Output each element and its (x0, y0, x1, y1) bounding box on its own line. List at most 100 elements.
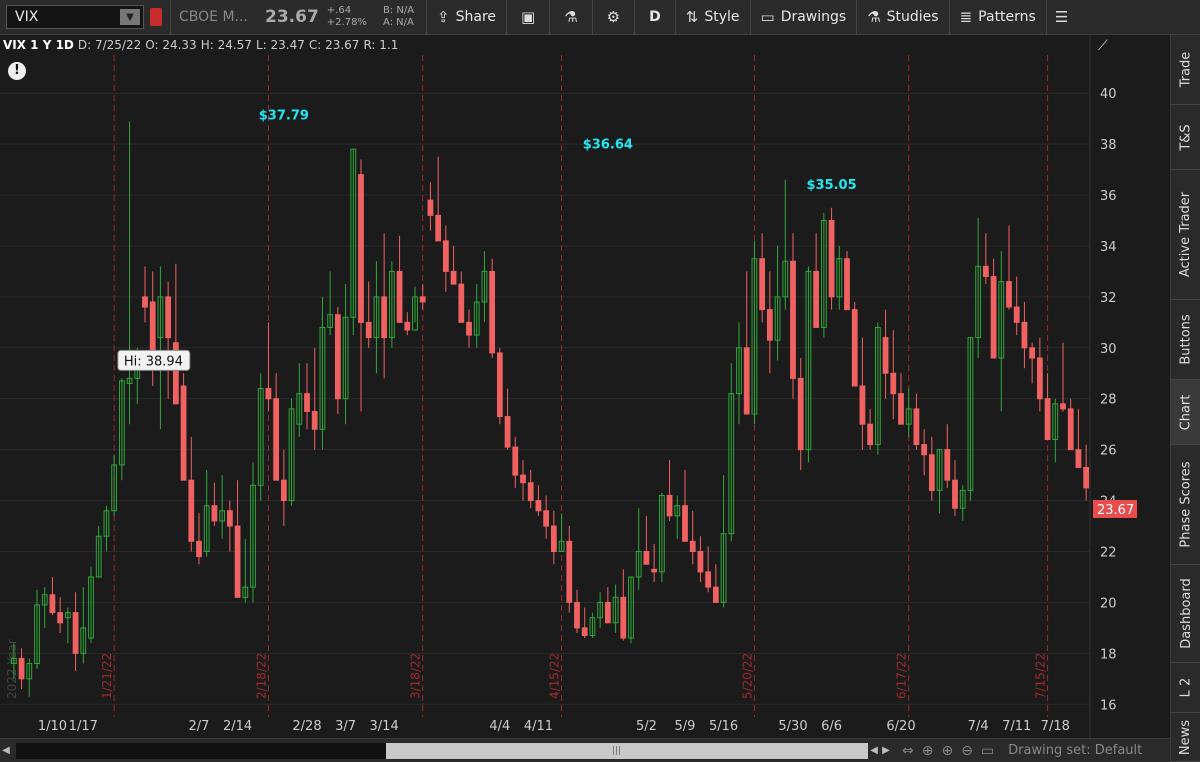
zoom-in-icon[interactable]: ⊕ (941, 743, 953, 759)
bid-ask: B: N/A A: N/A (383, 5, 414, 29)
candle-body (234, 525, 241, 598)
candle-body (543, 510, 550, 527)
scroll-right-icon[interactable]: ▶ (880, 745, 892, 756)
candle-body (890, 372, 897, 395)
drawings-label: Drawings (780, 9, 847, 25)
grip-icon: ||| (612, 745, 622, 756)
settings-button[interactable]: ⚙ (591, 0, 634, 35)
drawings-button[interactable]: ▭ Drawings (749, 0, 857, 35)
menu-button[interactable]: ☰ (1045, 0, 1076, 35)
style-button[interactable]: ⇅ Style (674, 0, 750, 35)
time-scrollbar: ◀ ||| ◀ ▶ ⇔ ⊕ ⊕ ⊖ ▭ Drawing set: Default (0, 738, 1170, 762)
studies-label: Studies (886, 9, 939, 25)
peak-price-label: $36.64 (583, 138, 633, 153)
candle-body (651, 568, 658, 573)
header-low: L: 23.47 (255, 38, 305, 52)
x-tick-label: 1/17 (69, 719, 98, 734)
candle-body (1067, 408, 1074, 451)
candle-body (265, 388, 272, 400)
reset-zoom-icon[interactable]: ▭ (981, 743, 994, 759)
sidebar-tab-news[interactable]: News (1171, 713, 1200, 762)
gear-icon: ⚙ (606, 8, 621, 26)
candle-body (226, 510, 233, 527)
candle-body (1060, 403, 1066, 410)
candle-body (18, 657, 25, 680)
candlestick-chart[interactable]: 161820222426283032343638401/21/222/18/22… (0, 35, 1170, 738)
candle-body (458, 283, 465, 323)
sidebar-tab-buttons[interactable]: Buttons (1171, 300, 1200, 380)
candle-body (566, 540, 573, 603)
y-tick-label: 26 (1100, 444, 1117, 459)
candle-body (705, 571, 712, 588)
y-tick-label: 34 (1100, 240, 1117, 255)
candle-body (643, 551, 650, 565)
patterns-icon: ≣ (959, 8, 973, 26)
hamburger-icon: ☰ (1054, 8, 1069, 26)
candle-body (1036, 357, 1043, 400)
candle-body (1044, 398, 1051, 440)
candle-body (944, 449, 951, 481)
candle-body (1021, 321, 1028, 349)
x-tick-label: 1/10 (38, 719, 67, 734)
candle-body (504, 416, 511, 448)
x-tick-label: 2/28 (292, 719, 321, 734)
candle-body (180, 385, 187, 481)
snapshot-button[interactable]: ▣ (506, 0, 549, 35)
sidebar-tab-active-trader[interactable]: Active Trader (1171, 170, 1200, 300)
sidebar-tab-trade[interactable]: Trade (1171, 35, 1200, 105)
price-chart[interactable]: 161820222426283032343638401/21/222/18/22… (0, 35, 1170, 738)
flask-button[interactable]: ⚗ (549, 0, 591, 35)
candle-body (196, 540, 202, 558)
patterns-button[interactable]: ≣ Patterns (948, 0, 1046, 35)
sidebar-tab-label: Phase Scores (1178, 461, 1194, 548)
x-tick-label: 4/4 (489, 719, 510, 734)
chevron-down-icon[interactable]: ▼ (120, 9, 140, 25)
scroll-track[interactable]: ||| (16, 742, 868, 759)
link-group-icon[interactable] (150, 8, 162, 26)
bid-value: B: N/A (382, 5, 415, 16)
candle-body (666, 494, 673, 517)
header-close: C: 23.67 (308, 38, 360, 52)
x-tick-label: 2/14 (223, 719, 252, 734)
share-button[interactable]: ⇪ Share (426, 0, 506, 35)
sidebar-tab-label: News (1178, 719, 1194, 755)
candle-body (766, 309, 773, 341)
last-price: 23.67 (265, 7, 319, 27)
change-percent: +2.78% (326, 17, 367, 28)
price-scale-icon[interactable]: ⟋ (1098, 38, 1120, 58)
candle-body (898, 393, 904, 425)
scroll-thumb[interactable]: ||| (386, 742, 868, 759)
candle-body (381, 296, 388, 339)
candle-body (404, 321, 411, 331)
candle-body (604, 601, 611, 624)
candle-body (442, 240, 449, 272)
candle-body (712, 586, 719, 603)
sidebar-tab-chart[interactable]: Chart (1171, 380, 1200, 445)
candle-body (581, 627, 588, 637)
candle-body (759, 258, 766, 311)
pan-icon[interactable]: ⇔ (902, 743, 914, 759)
x-tick-label: 7/18 (1041, 719, 1070, 734)
header-date: D: 7/25/22 (77, 38, 142, 52)
zoom-out-icon[interactable]: ⊖ (961, 743, 973, 759)
candle-body (844, 258, 850, 311)
candle-body (743, 347, 750, 415)
scroll-left-icon[interactable]: ◀ (0, 745, 12, 756)
sidebar-tab-dashboard[interactable]: Dashboard (1171, 565, 1200, 663)
sidebar-tab-phase-scores[interactable]: Phase Scores (1171, 445, 1200, 565)
symbol-selector[interactable]: VIX ▼ (6, 5, 144, 29)
scroll-back-icon[interactable]: ◀ (868, 745, 880, 756)
candle-body (921, 444, 928, 456)
share-icon: ⇪ (437, 8, 450, 26)
alert-icon[interactable]: ! (8, 62, 26, 80)
style-label: Style (704, 9, 740, 25)
studies-button[interactable]: ⚗ Studies (856, 0, 948, 35)
y-tick-label: 30 (1100, 342, 1117, 357)
aggregation-button[interactable]: D (634, 0, 675, 35)
sidebar-tab-t-s[interactable]: T&S (1171, 105, 1200, 170)
crosshair-icon[interactable]: ⊕ (922, 743, 934, 759)
sidebar-tab-l-2[interactable]: L 2 (1171, 663, 1200, 713)
candle-body (419, 296, 426, 303)
candle-body (952, 479, 958, 509)
change-value: +.64 (326, 5, 352, 16)
